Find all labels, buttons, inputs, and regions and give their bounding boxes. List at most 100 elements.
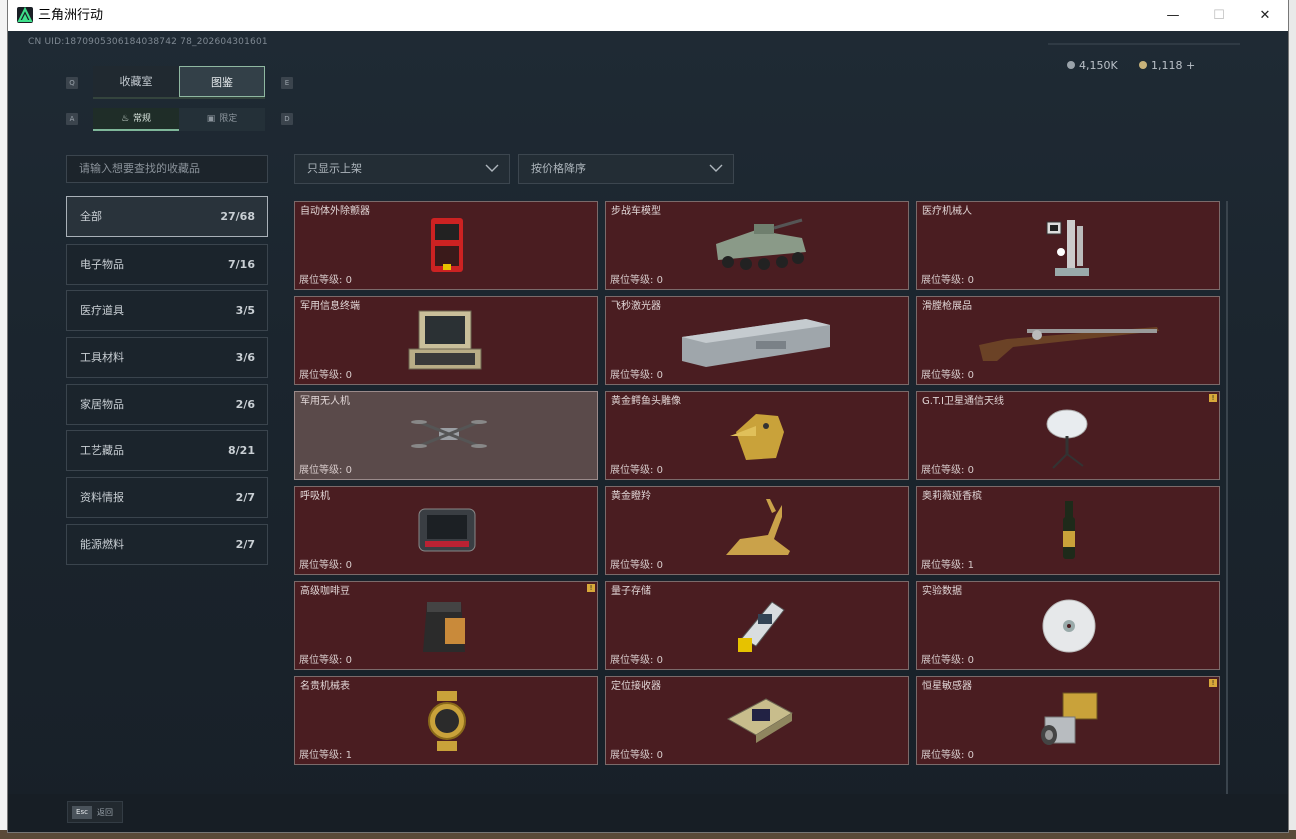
category-count: 8/21	[228, 444, 255, 457]
item-name: 高级咖啡豆	[300, 586, 350, 597]
category-item[interactable]: 工艺藏品 8/21	[66, 430, 268, 471]
item-card[interactable]: 黄金鳄鱼头雕像 展位等级: 0	[605, 391, 909, 480]
level-value: 1	[345, 750, 352, 761]
item-name: 定位接收器	[611, 681, 661, 692]
item-card[interactable]: 实验数据 展位等级: 0	[916, 581, 1220, 670]
category-count: 3/6	[235, 351, 255, 364]
item-card[interactable]: 军用信息终端 展位等级: 0	[294, 296, 598, 385]
item-level: 展位等级: 0	[299, 275, 352, 287]
level-value: 0	[656, 275, 663, 286]
coin-icon	[1067, 61, 1075, 69]
item-level: 展位等级: 1	[299, 750, 352, 762]
sort-dropdown[interactable]: 按价格降序	[518, 154, 734, 184]
level-value: 0	[656, 560, 663, 571]
item-card[interactable]: 医疗机械人 展位等级: 0	[916, 201, 1220, 290]
item-level: 展位等级: 0	[921, 275, 974, 287]
level-label: 展位等级:	[921, 750, 965, 761]
item-name: 奥莉薇娅香槟	[922, 491, 982, 502]
item-level: 展位等级: 0	[610, 465, 663, 477]
level-value: 0	[345, 655, 352, 666]
tab-catalog[interactable]: 图鉴	[179, 66, 265, 97]
warning-badge-icon: !	[587, 584, 595, 592]
item-card[interactable]: G.T.I卫星通信天线 展位等级: 0!	[916, 391, 1220, 480]
item-level: 展位等级: 1	[921, 560, 974, 572]
currency-gold[interactable]: 1,118 +	[1139, 59, 1195, 73]
category-name: 医疗道具	[80, 304, 124, 317]
item-card[interactable]: 高级咖啡豆 展位等级: 0!	[294, 581, 598, 670]
item-level: 展位等级: 0	[921, 750, 974, 762]
category-name: 资料情报	[80, 491, 124, 504]
item-level: 展位等级: 0	[921, 465, 974, 477]
level-value: 0	[345, 370, 352, 381]
gold-coin-icon	[1139, 61, 1147, 69]
grid-scrollbar[interactable]	[1226, 201, 1228, 796]
close-button[interactable]: ✕	[1242, 0, 1288, 31]
currency-coins: 4,150K	[1067, 59, 1118, 73]
item-name: 恒星敏感器	[922, 681, 972, 692]
item-card[interactable]: 恒星敏感器 展位等级: 0!	[916, 676, 1220, 765]
item-card[interactable]: 飞秒激光器 展位等级: 0	[605, 296, 909, 385]
item-card[interactable]: 黄金瞪羚 展位等级: 0	[605, 486, 909, 575]
item-level: 展位等级: 0	[610, 275, 663, 287]
subtab-limited-label: 限定	[219, 114, 238, 124]
item-name: 名贵机械表	[300, 681, 350, 692]
chevron-down-icon	[485, 164, 499, 172]
key-hint-a: A	[66, 113, 78, 125]
level-value: 0	[656, 370, 663, 381]
item-name: 飞秒激光器	[611, 301, 661, 312]
item-card[interactable]: 呼吸机 展位等级: 0	[294, 486, 598, 575]
level-label: 展位等级:	[299, 560, 343, 571]
item-level: 展位等级: 0	[299, 370, 352, 382]
item-level: 展位等级: 0	[610, 750, 663, 762]
item-card[interactable]: 奥莉薇娅香槟 展位等级: 1	[916, 486, 1220, 575]
back-button[interactable]: Esc 返回	[67, 801, 123, 823]
user-uid: CN UID:1870905306184038742 78_2026043016…	[28, 37, 268, 47]
category-item[interactable]: 资料情报 2/7	[66, 477, 268, 518]
level-label: 展位等级:	[610, 465, 654, 476]
footer-bar	[8, 794, 1288, 832]
item-name: 黄金鳄鱼头雕像	[611, 396, 681, 407]
category-name: 全部	[80, 210, 102, 223]
search-input[interactable]: 请输入想要查找的收藏品	[66, 155, 268, 183]
item-level: 展位等级: 0	[921, 370, 974, 382]
category-name: 能源燃料	[80, 538, 124, 551]
level-label: 展位等级:	[610, 560, 654, 571]
minimize-button[interactable]: —	[1150, 0, 1196, 31]
level-label: 展位等级:	[921, 465, 965, 476]
subtab-limited[interactable]: ▣ 限定	[179, 108, 265, 131]
level-label: 展位等级:	[299, 275, 343, 286]
level-value: 0	[656, 465, 663, 476]
app-window: 三角洲行动 — ☐ ✕ CN UID:1870905306184038742 7…	[8, 0, 1288, 832]
item-card[interactable]: 量子存储 展位等级: 0	[605, 581, 909, 670]
chevron-down-icon	[709, 164, 723, 172]
item-name: 实验数据	[922, 586, 962, 597]
item-card[interactable]: 自动体外除颤器 展位等级: 0	[294, 201, 598, 290]
sort-dropdown-value: 按价格降序	[531, 162, 586, 175]
tab-collection-room[interactable]: 收藏室	[93, 66, 179, 97]
item-card[interactable]: 步战车模型 展位等级: 0	[605, 201, 909, 290]
item-level: 展位等级: 0	[299, 465, 352, 477]
item-card[interactable]: 军用无人机 展位等级: 0	[294, 391, 598, 480]
item-level: 展位等级: 0	[610, 655, 663, 667]
category-item[interactable]: 全部 27/68	[66, 196, 268, 237]
category-item[interactable]: 能源燃料 2/7	[66, 524, 268, 565]
category-item[interactable]: 电子物品 7/16	[66, 244, 268, 285]
level-label: 展位等级:	[921, 370, 965, 381]
level-label: 展位等级:	[299, 465, 343, 476]
category-count: 2/7	[235, 538, 255, 551]
category-item[interactable]: 医疗道具 3/5	[66, 290, 268, 331]
currency-coins-value: 4,150K	[1079, 59, 1118, 72]
item-card[interactable]: 名贵机械表展位等级: 1	[294, 676, 598, 765]
filter-dropdown[interactable]: 只显示上架	[294, 154, 510, 184]
category-item[interactable]: 工具材料 3/6	[66, 337, 268, 378]
item-card[interactable]: 滑膛枪展品 展位等级: 0	[916, 296, 1220, 385]
item-card[interactable]: 定位接收器展位等级: 0	[605, 676, 909, 765]
tab-underline	[93, 97, 265, 99]
maximize-button[interactable]: ☐	[1196, 0, 1242, 31]
subtab-regular[interactable]: ♨ 常规	[93, 108, 179, 131]
sub-tabs: ♨ 常规 ▣ 限定	[93, 108, 265, 131]
category-item[interactable]: 家居物品 2/6	[66, 384, 268, 425]
level-value: 0	[345, 465, 352, 476]
app-logo-icon	[17, 7, 33, 23]
level-label: 展位等级:	[610, 655, 654, 666]
